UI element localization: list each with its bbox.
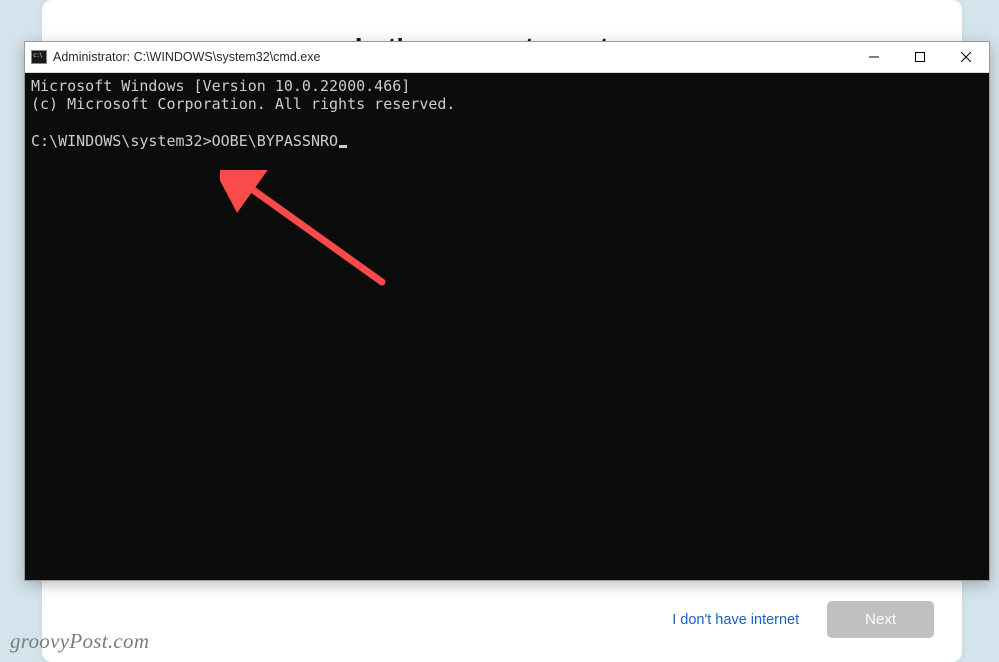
terminal-prompt: C:\WINDOWS\system32> (31, 132, 212, 150)
watermark: groovyPost.com (10, 629, 149, 654)
close-button[interactable] (943, 42, 989, 72)
window-controls (851, 42, 989, 72)
oobe-button-row: I don't have internet Next (662, 601, 934, 638)
titlebar-left: Administrator: C:\WINDOWS\system32\cmd.e… (31, 50, 320, 64)
terminal-command: OOBE\BYPASSNRO (212, 132, 338, 150)
window-title: Administrator: C:\WINDOWS\system32\cmd.e… (53, 50, 320, 64)
titlebar[interactable]: Administrator: C:\WINDOWS\system32\cmd.e… (25, 42, 989, 73)
minimize-icon (869, 52, 879, 62)
no-internet-link[interactable]: I don't have internet (662, 606, 809, 634)
terminal-line-1: Microsoft Windows [Version 10.0.22000.46… (31, 77, 410, 95)
maximize-button[interactable] (897, 42, 943, 72)
terminal-body[interactable]: Microsoft Windows [Version 10.0.22000.46… (25, 73, 989, 580)
minimize-button[interactable] (851, 42, 897, 72)
next-button[interactable]: Next (827, 601, 934, 638)
close-icon (961, 52, 971, 62)
maximize-icon (915, 52, 925, 62)
terminal-cursor (339, 145, 347, 148)
terminal-line-2: (c) Microsoft Corporation. All rights re… (31, 95, 455, 113)
cmd-window: Administrator: C:\WINDOWS\system32\cmd.e… (24, 41, 990, 581)
cmd-icon (31, 50, 47, 64)
